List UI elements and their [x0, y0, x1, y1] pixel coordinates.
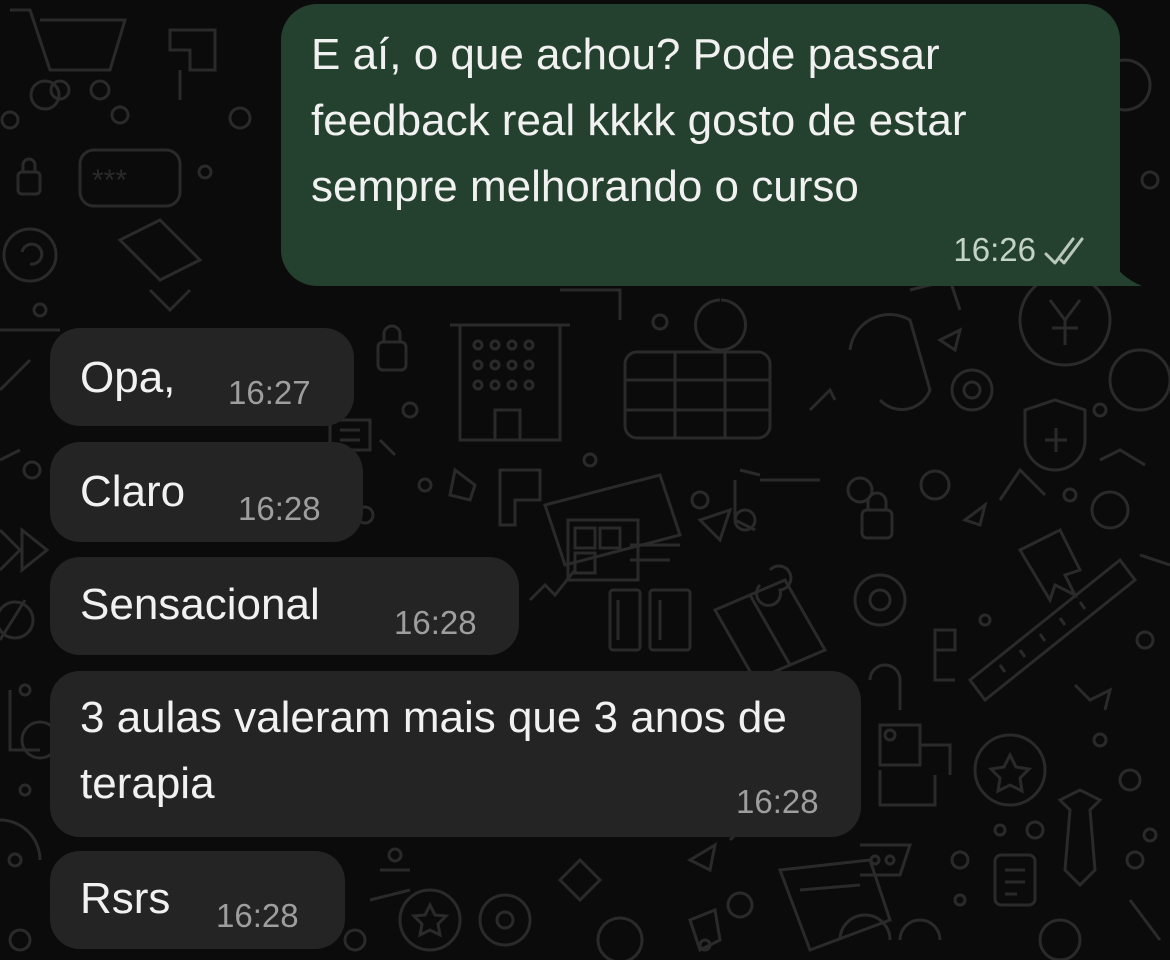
- message-text: Rsrs: [80, 874, 171, 923]
- incoming-message-bubble[interactable]: Rsrs 16:28: [50, 851, 345, 949]
- message-timestamp: 16:28: [216, 897, 299, 934]
- read-double-check-icon: [1044, 237, 1084, 265]
- message-timestamp: 16:28: [238, 490, 321, 527]
- cart-doodle: [10, 8, 128, 101]
- message-text: Claro: [80, 467, 186, 516]
- password-doodle: ***: [78, 148, 182, 208]
- message-timestamp: 16:26: [953, 231, 1036, 268]
- incoming-message-bubble[interactable]: Claro 16:28: [50, 442, 363, 542]
- message-text: Sensacional: [80, 580, 320, 629]
- building-doodle: [450, 323, 570, 442]
- incoming-message-bubble[interactable]: Opa, 16:27: [50, 328, 354, 426]
- incoming-message-bubble[interactable]: Sensacional 16:28: [50, 557, 519, 655]
- bubble-tail: [1100, 232, 1142, 286]
- message-text: 3 aulas valeram mais que 3 anos de terap…: [80, 693, 787, 808]
- message-text: E aí, o que achou? Pode passar feedback …: [311, 30, 967, 211]
- outgoing-message-bubble[interactable]: E aí, o que achou? Pode passar feedback …: [281, 4, 1120, 286]
- message-text: Opa,: [80, 353, 176, 402]
- incoming-message-bubble[interactable]: 3 aulas valeram mais que 3 anos de terap…: [50, 671, 861, 837]
- svg-text:***: ***: [92, 164, 127, 197]
- calendar-doodle: [623, 350, 772, 440]
- message-timestamp: 16:28: [736, 783, 819, 820]
- qr-ticket-doodle: [543, 473, 682, 582]
- message-timestamp: 16:27: [228, 374, 311, 411]
- message-timestamp: 16:28: [394, 604, 477, 641]
- gift-doodle: [712, 564, 828, 682]
